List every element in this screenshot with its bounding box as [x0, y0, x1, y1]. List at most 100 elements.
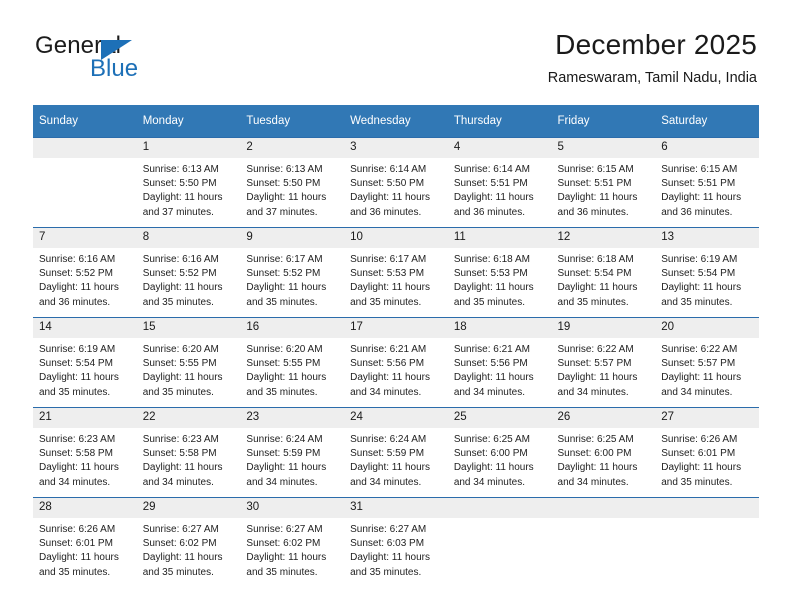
sunrise-text: Sunrise: 6:26 AM [661, 434, 738, 445]
calendar-day-cell[interactable]: 16 Sunrise: 6:20 AM Sunset: 5:55 PM Dayligh… [240, 317, 345, 408]
daylight-text: Daylight: 11 hours [350, 552, 430, 564]
day-number: 27 [655, 408, 759, 428]
day-number: 31 [344, 498, 448, 518]
sunrise-text: Sunrise: 6:17 AM [246, 254, 323, 265]
day-number [447, 498, 552, 518]
day-number [33, 138, 137, 158]
calendar-day-cell[interactable]: 12 Sunrise: 6:18 AM Sunset: 5:54 PM Dayligh… [551, 227, 656, 318]
calendar-day-cell[interactable]: 15 Sunrise: 6:20 AM Sunset: 5:55 PM Dayligh… [136, 317, 241, 408]
day-number: 19 [551, 318, 656, 338]
day-sun-info: Sunrise: 6:22 AM Sunset: 5:57 PM Daylight:… [552, 338, 656, 400]
calendar-day-cell[interactable]: 19 Sunrise: 6:22 AM Sunset: 5:57 PM Dayligh… [551, 317, 656, 408]
day-number: 16 [240, 318, 345, 338]
daylight-text: Daylight: 11 hours [246, 552, 327, 564]
calendar-day-cell[interactable]: 25 Sunrise: 6:25 AM Sunset: 6:00 PM Dayligh… [447, 407, 552, 498]
calendar-day-cell[interactable]: 18 Sunrise: 6:21 AM Sunset: 5:56 PM Dayligh… [447, 317, 552, 408]
day-sun-info [448, 518, 552, 523]
calendar-day-cell[interactable]: 24 Sunrise: 6:24 AM Sunset: 5:59 PM Dayligh… [344, 407, 448, 498]
day-number: 26 [551, 408, 656, 428]
calendar-day-cell-empty [551, 497, 656, 587]
sunset-text: Sunset: 5:51 PM [453, 178, 528, 190]
day-sun-info: Sunrise: 6:16 AM Sunset: 5:52 PM Daylight:… [33, 248, 137, 310]
calendar-day-cell[interactable]: 3 Sunrise: 6:14 AM Sunset: 5:50 PM Daylight… [344, 137, 448, 228]
day-sun-info: Sunrise: 6:14 AM Sunset: 5:50 PM Daylight:… [344, 158, 448, 220]
calendar-day-cell[interactable]: 14 Sunrise: 6:19 AM Sunset: 5:54 PM Dayligh… [33, 317, 137, 408]
sunset-text: Sunset: 6:02 PM [246, 538, 321, 550]
sunrise-text: Sunrise: 6:27 AM [350, 524, 427, 535]
day-number: 14 [33, 318, 137, 338]
day-number: 6 [655, 138, 759, 158]
daylight-text: Daylight: 11 hours [246, 372, 327, 384]
sunset-text: Sunset: 5:58 PM [39, 448, 113, 460]
sunrise-text: Sunrise: 6:22 AM [557, 344, 634, 355]
calendar-day-cell[interactable]: 27 Sunrise: 6:26 AM Sunset: 6:01 PM Dayligh… [655, 407, 759, 498]
page-header: General Blue December 2025 Rameswaram, T… [0, 0, 792, 100]
daylight-text-cont: and 36 minutes. [557, 206, 629, 218]
day-sun-info: Sunrise: 6:26 AM Sunset: 6:01 PM Daylight:… [33, 518, 137, 580]
daylight-text-cont: and 34 minutes. [453, 476, 525, 488]
daylight-text: Daylight: 11 hours [39, 372, 119, 384]
daylight-text: Daylight: 11 hours [39, 462, 119, 474]
calendar-day-cell[interactable]: 20 Sunrise: 6:22 AM Sunset: 5:57 PM Dayligh… [655, 317, 759, 408]
calendar-day-cell[interactable]: 17 Sunrise: 6:21 AM Sunset: 5:56 PM Dayligh… [344, 317, 448, 408]
calendar-day-cell[interactable]: 1 Sunrise: 6:13 AM Sunset: 5:50 PM Daylight… [136, 137, 241, 228]
daylight-text: Daylight: 11 hours [350, 462, 430, 474]
sunset-text: Sunset: 6:03 PM [350, 538, 425, 550]
general-blue-logo[interactable]: General Blue [35, 33, 245, 89]
daylight-text: Daylight: 11 hours [142, 192, 223, 204]
sunset-text: Sunset: 6:01 PM [39, 538, 113, 550]
calendar-day-cell[interactable]: 26 Sunrise: 6:25 AM Sunset: 6:00 PM Dayligh… [551, 407, 656, 498]
day-number: 30 [240, 498, 345, 518]
daylight-text-cont: and 34 minutes. [246, 476, 318, 488]
calendar-day-cell[interactable]: 22 Sunrise: 6:23 AM Sunset: 5:58 PM Dayligh… [136, 407, 241, 498]
day-number: 8 [136, 228, 241, 248]
day-number: 15 [136, 318, 241, 338]
calendar-day-cell[interactable]: 7 Sunrise: 6:16 AM Sunset: 5:52 PM Daylight… [33, 227, 137, 318]
calendar-day-cell[interactable]: 28 Sunrise: 6:26 AM Sunset: 6:01 PM Dayligh… [33, 497, 137, 587]
sunset-text: Sunset: 5:50 PM [350, 178, 425, 190]
daylight-text-cont: and 35 minutes. [39, 566, 111, 578]
daylight-text: Daylight: 11 hours [453, 282, 534, 294]
day-sun-info: Sunrise: 6:17 AM Sunset: 5:53 PM Daylight:… [344, 248, 448, 310]
calendar-day-cell[interactable]: 2 Sunrise: 6:13 AM Sunset: 5:50 PM Daylight… [240, 137, 345, 228]
daylight-text-cont: and 34 minutes. [557, 386, 629, 398]
day-sun-info: Sunrise: 6:25 AM Sunset: 6:00 PM Daylight:… [552, 428, 656, 490]
daylight-text-cont: and 35 minutes. [246, 296, 318, 308]
calendar-day-cell[interactable]: 21 Sunrise: 6:23 AM Sunset: 5:58 PM Dayligh… [33, 407, 137, 498]
calendar-day-cell[interactable]: 4 Sunrise: 6:14 AM Sunset: 5:51 PM Daylight… [447, 137, 552, 228]
daylight-text: Daylight: 11 hours [142, 372, 223, 384]
sunset-text: Sunset: 5:59 PM [350, 448, 425, 460]
calendar-week-row: 7 Sunrise: 6:16 AM Sunset: 5:52 PM Daylight… [33, 227, 759, 318]
calendar-day-cell[interactable]: 9 Sunrise: 6:17 AM Sunset: 5:52 PM Daylight… [240, 227, 345, 318]
sunset-text: Sunset: 5:54 PM [661, 268, 736, 280]
calendar-day-cell[interactable]: 23 Sunrise: 6:24 AM Sunset: 5:59 PM Dayligh… [240, 407, 345, 498]
day-sun-info: Sunrise: 6:24 AM Sunset: 5:59 PM Daylight:… [344, 428, 448, 490]
calendar-day-cell[interactable]: 5 Sunrise: 6:15 AM Sunset: 5:51 PM Daylight… [551, 137, 656, 228]
daylight-text: Daylight: 11 hours [246, 282, 327, 294]
calendar-day-cell[interactable]: 30 Sunrise: 6:27 AM Sunset: 6:02 PM Dayligh… [240, 497, 345, 587]
calendar-day-cell[interactable]: 11 Sunrise: 6:18 AM Sunset: 5:53 PM Dayligh… [447, 227, 552, 318]
calendar-day-cell[interactable]: 10 Sunrise: 6:17 AM Sunset: 5:53 PM Dayligh… [344, 227, 448, 318]
calendar-day-cell[interactable]: 31 Sunrise: 6:27 AM Sunset: 6:03 PM Dayligh… [344, 497, 448, 587]
calendar-day-cell[interactable]: 8 Sunrise: 6:16 AM Sunset: 5:52 PM Daylight… [136, 227, 241, 318]
day-number [551, 498, 656, 518]
day-number [655, 498, 759, 518]
day-sun-info: Sunrise: 6:19 AM Sunset: 5:54 PM Daylight:… [655, 248, 759, 310]
day-sun-info: Sunrise: 6:22 AM Sunset: 5:57 PM Daylight:… [655, 338, 759, 400]
daylight-text: Daylight: 11 hours [246, 192, 327, 204]
calendar-day-cell[interactable]: 13 Sunrise: 6:19 AM Sunset: 5:54 PM Dayligh… [655, 227, 759, 318]
day-sun-info: Sunrise: 6:17 AM Sunset: 5:52 PM Daylight:… [240, 248, 344, 310]
day-sun-info: Sunrise: 6:19 AM Sunset: 5:54 PM Daylight:… [33, 338, 137, 400]
daylight-text-cont: and 35 minutes. [350, 566, 422, 578]
daylight-text-cont: and 35 minutes. [246, 386, 318, 398]
sunset-text: Sunset: 5:56 PM [350, 358, 425, 370]
sunrise-text: Sunrise: 6:20 AM [246, 344, 323, 355]
sunset-text: Sunset: 5:53 PM [350, 268, 425, 280]
sunset-text: Sunset: 5:58 PM [142, 448, 217, 460]
sunset-text: Sunset: 5:59 PM [246, 448, 321, 460]
day-number: 5 [551, 138, 656, 158]
calendar-day-cell[interactable]: 6 Sunrise: 6:15 AM Sunset: 5:51 PM Daylight… [655, 137, 759, 228]
daylight-text: Daylight: 11 hours [661, 282, 742, 294]
calendar-day-cell[interactable]: 29 Sunrise: 6:27 AM Sunset: 6:02 PM Dayligh… [136, 497, 241, 587]
daylight-text-cont: and 35 minutes. [39, 386, 111, 398]
